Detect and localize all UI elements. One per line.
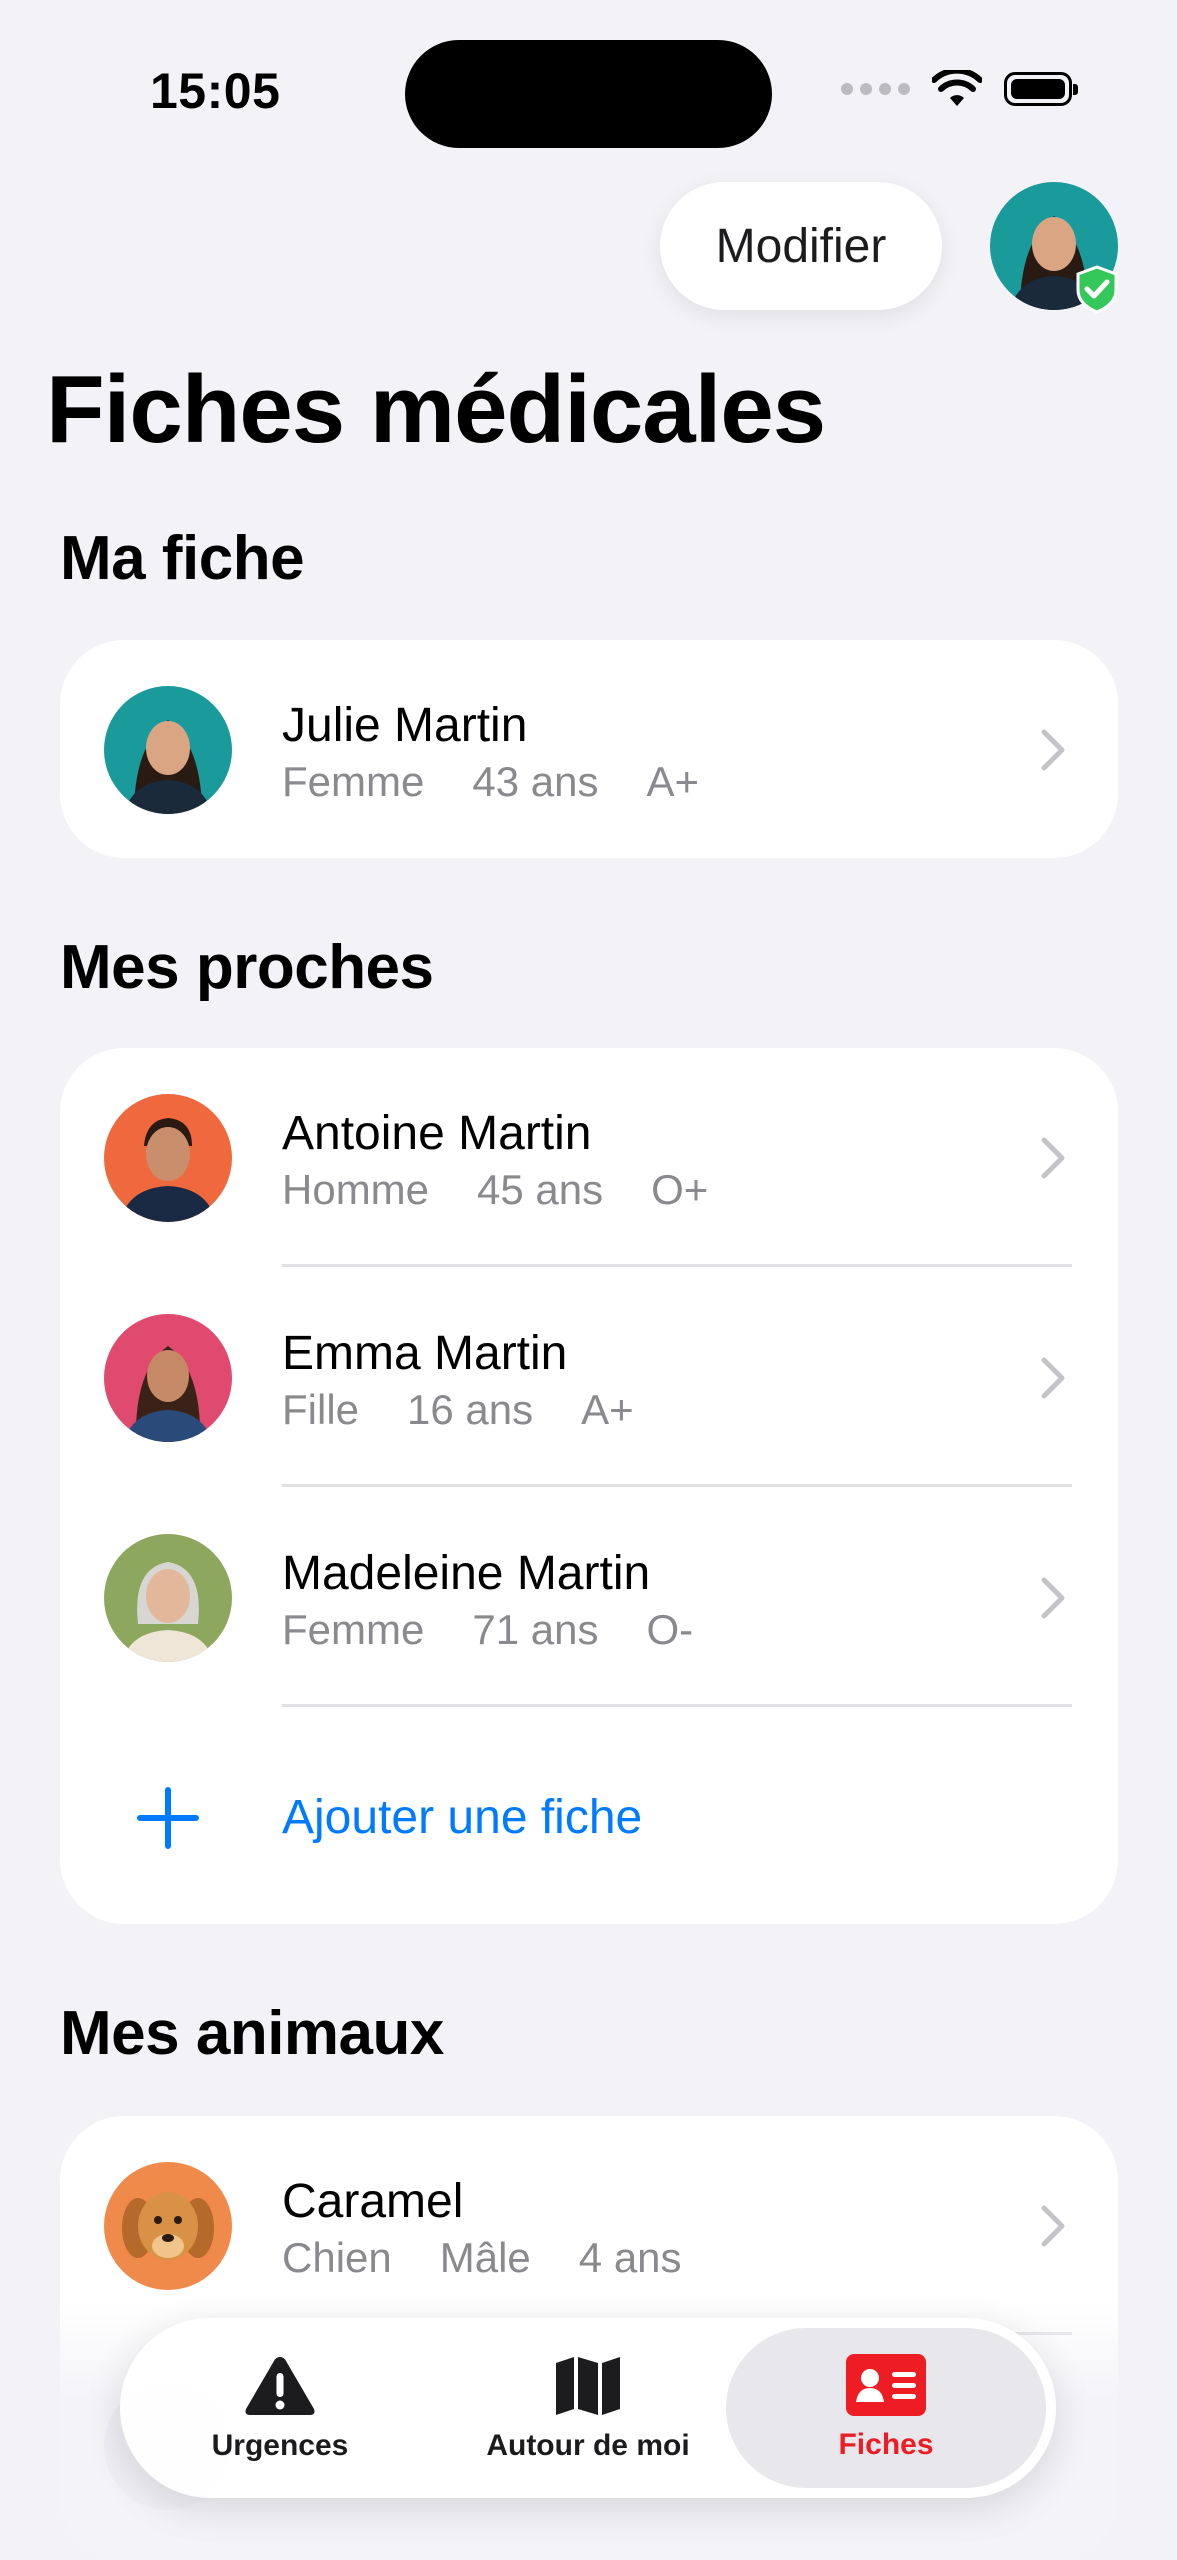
- person-name: Julie Martin: [282, 699, 528, 752]
- map-icon: [556, 2357, 620, 2415]
- avatar: [104, 1094, 232, 1222]
- pet-details: Chien Mâle 4 ans: [282, 2234, 730, 2282]
- battery-icon: [1004, 72, 1078, 106]
- divider: [282, 1264, 1072, 1267]
- section-title-relatives: Mes proches: [60, 933, 434, 1002]
- avatar: [104, 1534, 232, 1662]
- avatar: [104, 686, 232, 814]
- blood-type: O+: [651, 1166, 709, 1213]
- section-title-my-record: Ma fiche: [60, 524, 305, 593]
- person-name: Antoine Martin: [282, 1107, 592, 1160]
- tab-bar: Urgences Autour de moi Fiches: [120, 2318, 1056, 2498]
- chevron-right-icon: [1041, 2205, 1065, 2247]
- relatives-card: Antoine Martin Homme 45 ans O+ Emma Martin…: [60, 1048, 1118, 1924]
- tab-fiches[interactable]: Fiches: [726, 2328, 1046, 2488]
- sex: Homme: [282, 1166, 430, 1213]
- edit-button[interactable]: Modifier: [660, 182, 942, 310]
- dynamic-island: [405, 40, 772, 148]
- add-record-button[interactable]: Ajouter une fiche: [60, 1708, 1118, 1924]
- person-details: Femme 43 ans A+: [282, 758, 747, 806]
- chevron-right-icon: [1041, 1357, 1065, 1399]
- age: 43 ans: [472, 758, 599, 805]
- id-card-icon: [846, 2354, 926, 2416]
- person-name: Madeleine Martin: [282, 1547, 651, 1600]
- list-item-madeleine-martin[interactable]: Madeleine Martin Femme 71 ans O-: [60, 1488, 1118, 1708]
- sex: Fille: [282, 1386, 360, 1433]
- age: 71 ans: [472, 1606, 599, 1653]
- age: 16 ans: [407, 1386, 534, 1433]
- profile-avatar[interactable]: [990, 182, 1118, 314]
- add-record-label: Ajouter une fiche: [282, 1791, 643, 1844]
- chevron-right-icon: [1041, 1137, 1065, 1179]
- chevron-right-icon: [1041, 1577, 1065, 1619]
- list-item-antoine-martin[interactable]: Antoine Martin Homme 45 ans O+: [60, 1048, 1118, 1268]
- avatar: [104, 1314, 232, 1442]
- status-icons: [841, 70, 1078, 108]
- list-item-emma-martin[interactable]: Emma Martin Fille 16 ans A+: [60, 1268, 1118, 1488]
- cellular-signal-icon: [841, 83, 910, 95]
- species: Chien: [282, 2234, 392, 2281]
- sex: Mâle: [439, 2234, 531, 2281]
- chevron-right-icon: [1041, 729, 1065, 771]
- warning-icon: [245, 2357, 315, 2415]
- person-details: Femme 71 ans O-: [282, 1606, 741, 1654]
- sex: Femme: [282, 1606, 425, 1653]
- age: 45 ans: [477, 1166, 604, 1213]
- verified-check-icon: [1076, 265, 1118, 314]
- wifi-icon: [932, 70, 982, 106]
- divider: [282, 1704, 1072, 1707]
- person-name: Emma Martin: [282, 1327, 568, 1380]
- tab-label: Autour de moi: [486, 2429, 690, 2462]
- blood-type: A+: [646, 758, 700, 805]
- person-details: Homme 45 ans O+: [282, 1166, 756, 1214]
- sex: Femme: [282, 758, 425, 805]
- blood-type: O-: [646, 1606, 694, 1653]
- tab-urgences[interactable]: Urgences: [130, 2328, 430, 2488]
- avatar: [104, 2162, 232, 2290]
- page-title: Fiches médicales: [46, 356, 826, 463]
- tab-label: Fiches: [838, 2428, 934, 2461]
- status-time: 15:05: [150, 63, 281, 119]
- person-details: Fille 16 ans A+: [282, 1386, 682, 1434]
- pet-name: Caramel: [282, 2175, 464, 2228]
- plus-icon: [137, 1787, 199, 1849]
- section-title-pets: Mes animaux: [60, 1999, 444, 2068]
- my-record-card: Julie Martin Femme 43 ans A+: [60, 640, 1118, 858]
- age: 4 ans: [578, 2234, 682, 2281]
- divider: [282, 1484, 1072, 1487]
- tab-label: Urgences: [211, 2429, 349, 2462]
- list-item-julie-martin[interactable]: Julie Martin Femme 43 ans A+: [60, 640, 1118, 858]
- blood-type: A+: [581, 1386, 634, 1433]
- tab-autour-de-moi[interactable]: Autour de moi: [438, 2328, 738, 2488]
